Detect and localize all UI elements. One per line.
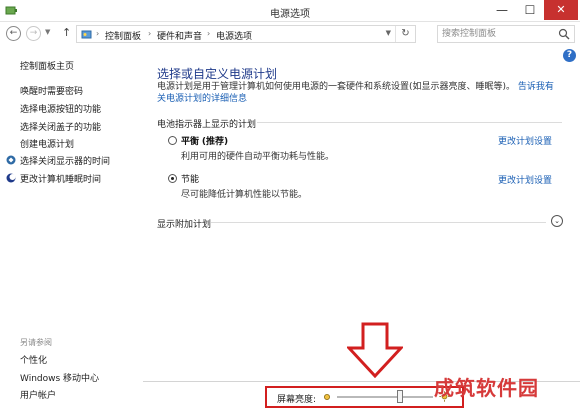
show-additional-plans-label[interactable]: 显示附加计划	[157, 217, 211, 230]
breadcrumb-power-options[interactable]: 电源选项	[216, 29, 252, 42]
address-bar: ← → ▼ ↑ › 控制面板 › 硬件和声音 › 电源选项 ▼ ↻	[0, 22, 580, 46]
plan-balanced-name[interactable]: 平衡 (推荐)	[181, 134, 228, 147]
breadcrumb-control-panel[interactable]: 控制面板	[105, 29, 141, 42]
plan-balanced-change-settings-link[interactable]: 更改计划设置	[498, 134, 552, 147]
sidebar-item-lid-close[interactable]: 选择关闭盖子的功能	[20, 120, 101, 133]
breadcrumb[interactable]: › 控制面板 › 硬件和声音 › 电源选项 ▼ ↻	[76, 25, 416, 43]
up-button[interactable]: ↑	[62, 26, 71, 39]
expand-additional-plans-button[interactable]: ⌄	[551, 215, 563, 227]
refresh-button[interactable]: ↻	[395, 26, 415, 42]
section-label-battery-plans: 电池指示器上显示的计划	[157, 120, 257, 130]
page-title: 选择或自定义电源计划	[157, 67, 278, 81]
sidebar-item-display-off[interactable]: 选择关闭显示器的时间	[20, 154, 110, 167]
sidebar-item-sleep-time[interactable]: 更改计算机睡眠时间	[20, 172, 101, 185]
description-text: 电源计划是用于管理计算机如何使用电源的一套硬件和系统设置(如显示器亮度、睡眠等)…	[157, 82, 516, 92]
recent-locations-dropdown[interactable]: ▼	[45, 28, 50, 36]
brightness-label: 屏幕亮度:	[277, 395, 317, 405]
see-also-user-accounts[interactable]: 用户帐户	[20, 388, 56, 401]
back-button[interactable]: ←	[6, 26, 21, 41]
plan-power-saver-radio[interactable]	[168, 174, 177, 183]
search-input[interactable]	[442, 27, 554, 41]
address-dropdown[interactable]: ▼	[386, 29, 391, 37]
breadcrumb-separator[interactable]: ›	[96, 29, 99, 38]
control-panel-icon	[81, 30, 92, 39]
divider	[257, 122, 562, 123]
annotation-arrow-icon	[347, 322, 403, 378]
sidebar-control-panel-home[interactable]: 控制面板主页	[20, 59, 74, 72]
title-bar: 电源选项 — ☐ ✕	[0, 0, 580, 22]
watermark-text: 成筑软件园	[434, 376, 539, 400]
breadcrumb-hardware-sound[interactable]: 硬件和声音	[157, 29, 202, 42]
plan-power-saver-description: 尽可能降低计算机性能以节能。	[181, 190, 308, 200]
plan-balanced-radio[interactable]	[168, 136, 177, 145]
maximize-button[interactable]: ☐	[516, 0, 544, 20]
page-description: 电源计划是用于管理计算机如何使用电源的一套硬件和系统设置(如显示器亮度、睡眠等)…	[157, 81, 557, 105]
radio-selected-dot	[171, 177, 174, 180]
close-button[interactable]: ✕	[544, 0, 578, 20]
see-also-mobility-center[interactable]: Windows 移动中心	[20, 371, 99, 384]
sidebar-item-create-plan[interactable]: 创建电源计划	[20, 137, 74, 150]
forward-button[interactable]: →	[26, 26, 41, 41]
sidebar-item-wake-password[interactable]: 唤醒时需要密码	[20, 84, 83, 97]
see-also-heading: 另请参阅	[20, 338, 52, 347]
breadcrumb-separator[interactable]: ›	[148, 29, 151, 38]
brightness-low-icon	[324, 394, 330, 400]
plan-balanced-description: 利用可用的硬件自动平衡功耗与性能。	[181, 152, 335, 162]
plan-power-saver-name[interactable]: 节能	[181, 172, 199, 185]
see-also-personalization[interactable]: 个性化	[20, 353, 47, 366]
plan-power-saver-change-settings-link[interactable]: 更改计划设置	[498, 173, 552, 186]
search-box[interactable]	[437, 25, 575, 43]
help-icon[interactable]: ?	[563, 49, 576, 62]
divider	[211, 222, 546, 223]
sidebar-item-power-button[interactable]: 选择电源按钮的功能	[20, 102, 101, 115]
brightness-slider-thumb[interactable]	[397, 390, 403, 403]
monitor-icon	[6, 155, 16, 165]
brightness-slider-track[interactable]	[337, 396, 433, 398]
breadcrumb-separator[interactable]: ›	[207, 29, 210, 38]
moon-icon	[6, 173, 16, 183]
minimize-button[interactable]: —	[488, 0, 516, 20]
search-icon[interactable]	[558, 28, 570, 40]
